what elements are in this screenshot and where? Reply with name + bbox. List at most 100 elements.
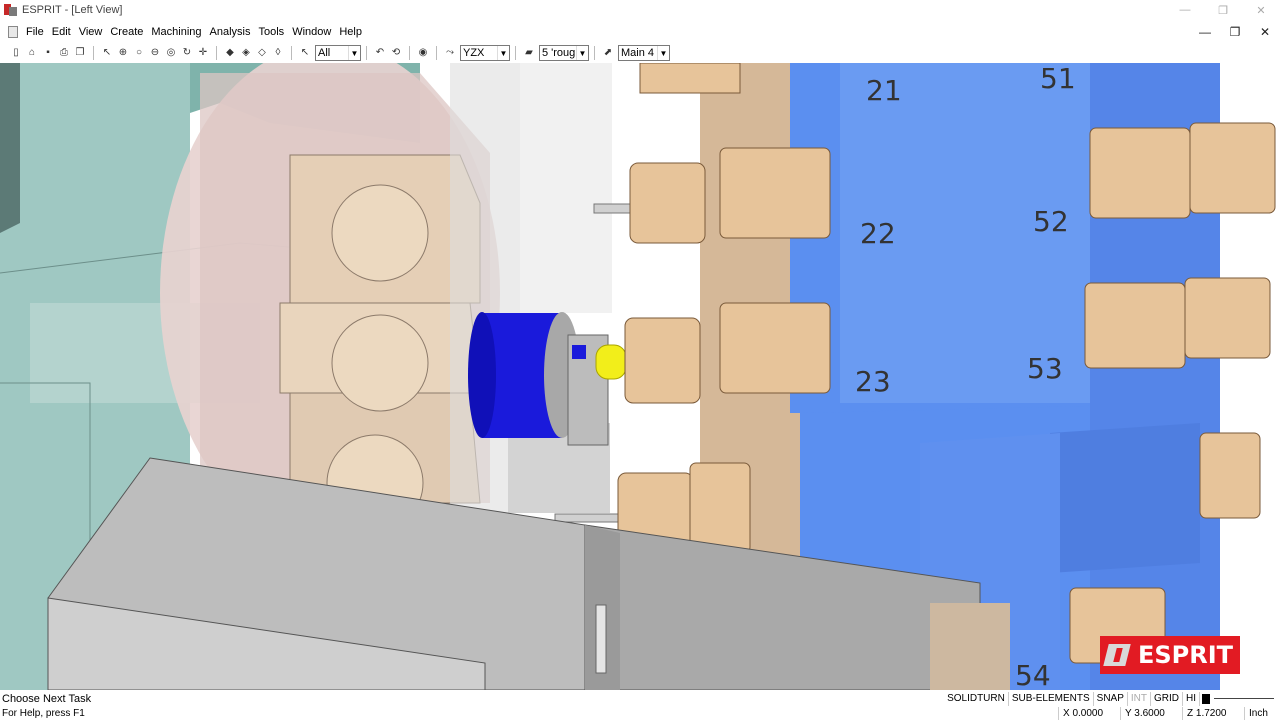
coord-y: Y 3.6000 [1120, 706, 1182, 720]
tool-holder-tan [1189, 122, 1276, 214]
title-bar: ESPRIT - [Left View] — ❐ ✕ [0, 0, 1280, 20]
operation-icon[interactable]: ▰ [522, 46, 537, 61]
unit-indicator: Inch [1244, 706, 1280, 720]
esprit-app-icon [4, 3, 18, 17]
status-indicator [1202, 693, 1210, 704]
redo-icon[interactable]: ⟲ [389, 46, 404, 61]
menu-create[interactable]: Create [106, 22, 147, 42]
fixture-plate [520, 63, 612, 313]
menu-bar: File Edit View Create Machining Analysis… [0, 22, 1280, 42]
slide-slot [595, 604, 607, 674]
help-text: For Help, press F1 [2, 707, 85, 719]
zoom-in-icon[interactable]: ⊕ [116, 46, 131, 61]
graphics-viewport[interactable]: 21 22 23 51 52 53 54 ESPRIT [0, 63, 1280, 690]
mdi-restore-button[interactable]: ❐ [1220, 22, 1250, 42]
station-label: 21 [866, 74, 902, 107]
hidden-line-icon[interactable]: ◊ [271, 46, 286, 61]
open-folder-icon[interactable]: ⌂ [25, 46, 40, 61]
undo-icon[interactable]: ↶ [373, 46, 388, 61]
work-plane-value: Main 4 [621, 47, 655, 59]
select-filter-value: All [318, 47, 331, 59]
select-arrow-icon[interactable]: ↖ [298, 46, 313, 61]
operation-dropdown[interactable]: 5 'rough ▼ [539, 45, 589, 61]
coord-z: Z 1.7200 [1182, 706, 1244, 720]
select-filter-dropdown[interactable]: All ▼ [315, 45, 361, 61]
menu-edit[interactable]: Edit [48, 22, 75, 42]
coord-x: X 0.0000 [1058, 706, 1120, 720]
zoom-icon[interactable]: ○ [132, 46, 147, 61]
station-label: 53 [1027, 352, 1063, 385]
operation-value: 5 'rough [542, 47, 576, 59]
status-int[interactable]: INT [1128, 691, 1151, 706]
cutting-insert [595, 344, 627, 380]
status-message: Choose Next Task [2, 692, 92, 705]
status-snap[interactable]: SNAP [1094, 691, 1128, 706]
tool-holder-tan [1089, 127, 1191, 219]
jaw-bolt [331, 314, 429, 412]
plane-value: YZX [463, 47, 485, 59]
station-label: 23 [855, 365, 891, 398]
shaded-icon[interactable]: ◆ [223, 46, 238, 61]
station-label: 52 [1033, 205, 1069, 238]
menu-window[interactable]: Window [288, 22, 335, 42]
status-hi[interactable]: HI [1183, 691, 1200, 706]
shaded-edges-icon[interactable]: ◈ [239, 46, 254, 61]
chevron-down-icon: ▼ [576, 46, 588, 60]
restore-button[interactable]: ❐ [1204, 0, 1242, 20]
minimize-button[interactable]: — [1166, 0, 1204, 20]
copy-icon[interactable]: ❐ [73, 46, 88, 61]
station-label: 54 [1015, 659, 1051, 690]
pan-icon[interactable]: ↖ [100, 46, 115, 61]
plane-icon[interactable]: ⤳ [443, 46, 458, 61]
mdi-close-button[interactable]: ✕ [1250, 22, 1280, 42]
print-icon[interactable]: ⎙ [57, 46, 72, 61]
rotate-icon[interactable]: ↻ [180, 46, 195, 61]
mdi-minimize-button[interactable]: — [1190, 22, 1220, 42]
tool-holder-tan [629, 162, 706, 244]
plane-dropdown[interactable]: YZX ▼ [460, 45, 510, 61]
chevron-down-icon: ▼ [657, 46, 669, 60]
zoom-out-icon[interactable]: ⊖ [148, 46, 163, 61]
machine-scene: 21 22 23 51 52 53 54 [0, 63, 1276, 690]
workpiece-end [468, 312, 496, 438]
work-plane-dropdown[interactable]: Main 4 ▼ [618, 45, 670, 61]
chevron-down-icon: ▼ [497, 46, 509, 60]
status-grid[interactable]: GRID [1151, 691, 1183, 706]
close-button[interactable]: ✕ [1242, 0, 1280, 20]
menu-help[interactable]: Help [335, 22, 366, 42]
save-icon[interactable]: ▪ [41, 46, 56, 61]
insert-seat [572, 345, 586, 359]
wireframe-icon[interactable]: ◇ [255, 46, 270, 61]
menu-machining[interactable]: Machining [147, 22, 205, 42]
tool-holder-tan [1084, 282, 1186, 369]
tool-holder-tan [719, 302, 831, 394]
tool-holder-tan [624, 317, 701, 404]
new-file-icon[interactable]: ▯ [9, 46, 24, 61]
main-toolbar: ▯ ⌂ ▪ ⎙ ❐ ↖ ⊕ ○ ⊖ ◎ ↻ ✛ ◆ ◈ ◇ ◊ ↖ All ▼ … [0, 43, 1280, 63]
esprit-logo-text: ESPRIT [1138, 641, 1234, 669]
tool-holder-tan [719, 147, 831, 239]
menu-file[interactable]: File [22, 22, 48, 42]
work-plane-icon[interactable]: ⬈ [601, 46, 616, 61]
tool-holder-tan [1199, 432, 1261, 519]
document-icon[interactable] [8, 26, 18, 38]
move-icon[interactable]: ✛ [196, 46, 211, 61]
jaw-bolt [331, 184, 429, 282]
status-solidturn[interactable]: SOLIDTURN [944, 691, 1009, 706]
menu-view[interactable]: View [75, 22, 107, 42]
drill-tool [554, 513, 626, 523]
menu-analysis[interactable]: Analysis [206, 22, 255, 42]
station-label: 22 [860, 217, 896, 250]
help-bar: For Help, press F1 X 0.0000 Y 3.6000 Z 1… [0, 706, 1280, 720]
status-line-style [1214, 698, 1274, 699]
status-sub-elements[interactable]: SUB-ELEMENTS [1009, 691, 1094, 706]
menu-tools[interactable]: Tools [255, 22, 289, 42]
zoom-fit-icon[interactable]: ◎ [164, 46, 179, 61]
chevron-down-icon: ▼ [348, 46, 360, 60]
esprit-logo-mark [1103, 642, 1132, 668]
esprit-logo: ESPRIT [1100, 636, 1240, 674]
window-title: ESPRIT - [Left View] [22, 4, 123, 16]
status-bar: Choose Next Task SOLIDTURN SUB-ELEMENTS … [0, 691, 1280, 706]
simulation-icon[interactable]: ◉ [416, 46, 431, 61]
slide-bracket [930, 603, 1010, 690]
